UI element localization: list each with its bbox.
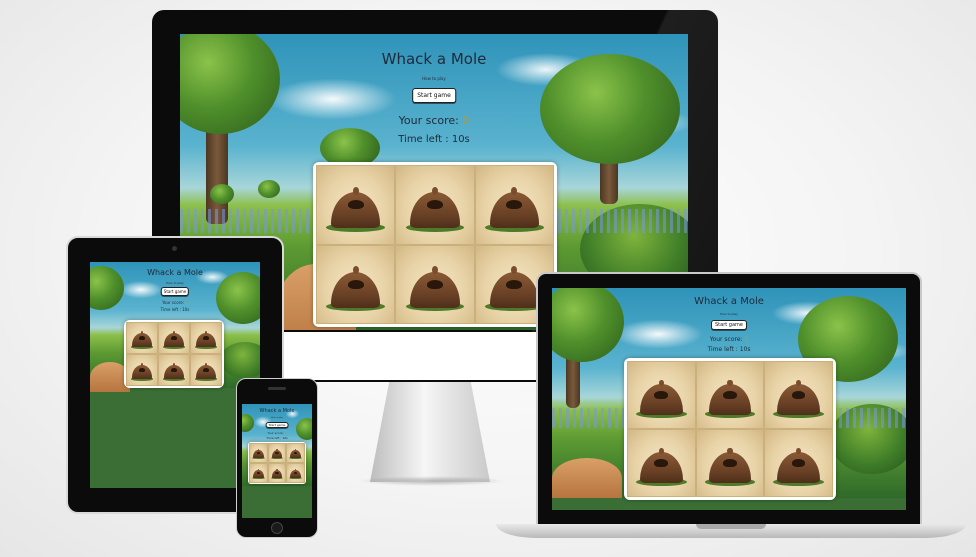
game-title: Whack a Mole (694, 296, 764, 307)
tablet-screen: Whack a Mole How to play Start game Your… (90, 262, 260, 488)
mole-hole[interactable] (158, 322, 190, 354)
timer-display: Time left : 10s (552, 346, 906, 353)
game-board (624, 358, 836, 500)
score-value: 0 (744, 336, 749, 343)
time-value: 10s (282, 436, 288, 440)
start-game-button[interactable]: Start game (160, 287, 190, 296)
mole-hole[interactable] (316, 244, 396, 324)
mole-hole[interactable] (286, 463, 305, 483)
how-to-play-link[interactable]: How to play (552, 312, 906, 316)
game-board (124, 320, 224, 388)
mole-hole[interactable] (249, 463, 268, 483)
score-display: Your score: 0 (90, 300, 260, 305)
mole-hole[interactable] (126, 322, 158, 354)
mole-hole[interactable] (474, 165, 554, 245)
game-title: Whack a Mole (381, 50, 487, 68)
time-label: Time left : (160, 307, 181, 312)
game-board (248, 442, 306, 484)
time-label: Time left : (266, 436, 282, 440)
phone-speaker-icon (268, 387, 286, 390)
mole-hole[interactable] (267, 463, 287, 483)
mole-hole[interactable] (267, 443, 287, 463)
how-to-play-link[interactable]: How to play (242, 417, 312, 419)
mole-hole[interactable] (695, 361, 765, 429)
how-to-play-link[interactable]: How to play (180, 76, 688, 81)
score-value: 0 (284, 431, 287, 435)
monitor-stand-shadow (357, 476, 507, 486)
tablet-camera-icon (172, 246, 177, 251)
mole-hole[interactable] (764, 361, 833, 429)
score-label: Your score: (398, 114, 459, 127)
start-game-button[interactable]: Start game (711, 320, 747, 330)
timer-display: Time left : 10s (180, 134, 688, 145)
score-display: Your score: 0 (552, 336, 906, 343)
mole-hole[interactable] (695, 429, 765, 497)
mole-hole[interactable] (286, 443, 305, 463)
start-game-button[interactable]: Start game (265, 422, 289, 428)
mole-hole[interactable] (764, 429, 833, 497)
mole-hole[interactable] (627, 361, 696, 429)
game-title: Whack a Mole (259, 408, 295, 414)
mole-hole[interactable] (158, 354, 190, 386)
mole-hole[interactable] (395, 165, 475, 245)
phone-screen: Whack a Mole How to play Start game Your… (242, 404, 312, 518)
time-value: 10s (739, 346, 751, 353)
score-label: Your score: (267, 431, 284, 435)
phone: Whack a Mole How to play Start game Your… (236, 378, 318, 538)
laptop: Whack a Mole How to play Start game Your… (496, 272, 966, 542)
time-label: Time left : (398, 134, 449, 145)
start-game-button[interactable]: Start game (412, 88, 456, 103)
mole-hole[interactable] (627, 429, 696, 497)
score-display: Your score: 0 (180, 114, 688, 127)
mole-hole[interactable] (126, 354, 158, 386)
timer-display: Time left : 10s (90, 307, 260, 312)
laptop-screen: Whack a Mole How to play Start game Your… (552, 288, 906, 510)
game-title: Whack a Mole (147, 268, 203, 277)
laptop-notch (696, 524, 766, 529)
phone-home-button[interactable] (271, 522, 283, 534)
how-to-play-link[interactable]: How to play (90, 281, 260, 285)
score-value: 0 (185, 300, 188, 305)
mole-hole[interactable] (190, 322, 222, 354)
time-label: Time left : (707, 346, 738, 353)
score-label: Your score: (162, 300, 185, 305)
monitor-stand (370, 382, 490, 482)
score-label: Your score: (709, 336, 743, 343)
time-value: 10s (451, 134, 470, 145)
timer-display: Time left : 10s (242, 436, 312, 440)
mole-hole[interactable] (190, 354, 222, 386)
mole-hole[interactable] (395, 244, 475, 324)
score-display: Your score: 0 (242, 431, 312, 435)
mole-hole[interactable] (316, 165, 396, 245)
mole-hole[interactable] (249, 443, 268, 463)
time-value: 10s (182, 307, 190, 312)
score-value: 0 (462, 114, 470, 127)
